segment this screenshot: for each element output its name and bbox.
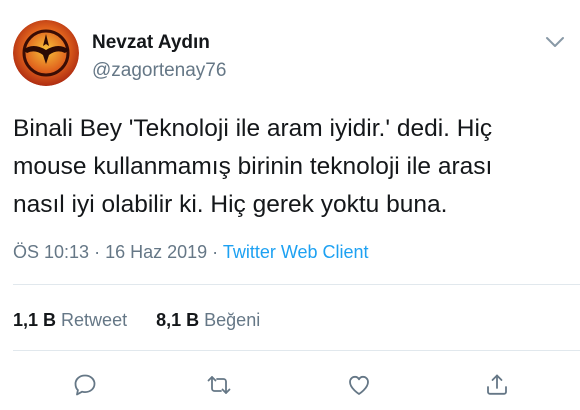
tweet-time[interactable]: ÖS 10:13 [13, 242, 89, 262]
like-label: Beğeni [204, 310, 261, 330]
retweet-stat[interactable]: 1,1 B Retweet [13, 310, 127, 331]
retweet-icon[interactable] [206, 372, 232, 398]
chevron-down-icon[interactable] [544, 34, 566, 50]
divider [13, 350, 580, 351]
reply-icon[interactable] [72, 372, 98, 398]
tweet-text-line: mouse kullanmamış birinin teknoloji ile … [13, 153, 493, 180]
retweet-count: 1,1 B [13, 310, 57, 330]
retweet-label: Retweet [61, 310, 128, 330]
share-icon[interactable] [484, 372, 510, 398]
tweet-meta: ÖS 10:13 · 16 Haz 2019 · Twitter Web Cli… [13, 242, 369, 263]
tweet-actions [0, 372, 580, 398]
user-handle[interactable]: @zagortenay76 [92, 60, 226, 82]
meta-separator: · [89, 242, 106, 262]
meta-separator: · [207, 242, 223, 262]
tweet-text-line: nasıl iyi olabilir ki. Hiç gerek yoktu b… [13, 191, 448, 218]
tweet-stats: 1,1 B Retweet 8,1 B Beğeni [13, 310, 284, 331]
tweet-source-link[interactable]: Twitter Web Client [223, 242, 369, 262]
zagor-logo-icon [13, 20, 79, 86]
tweet-text: Binali Bey 'Teknoloji ile aram iyidir.' … [13, 110, 573, 224]
like-stat[interactable]: 8,1 B Beğeni [156, 310, 260, 331]
tweet-card: Nevzat Aydın @zagortenay76 Binali Bey 'T… [0, 0, 580, 410]
avatar[interactable] [13, 20, 79, 86]
tweet-text-line: Binali Bey 'Teknoloji ile aram iyidir.' … [13, 115, 493, 142]
like-count: 8,1 B [156, 310, 200, 330]
like-icon[interactable] [346, 372, 372, 398]
tweet-date[interactable]: 16 Haz 2019 [105, 242, 207, 262]
divider [13, 284, 580, 285]
display-name[interactable]: Nevzat Aydın [92, 32, 210, 54]
